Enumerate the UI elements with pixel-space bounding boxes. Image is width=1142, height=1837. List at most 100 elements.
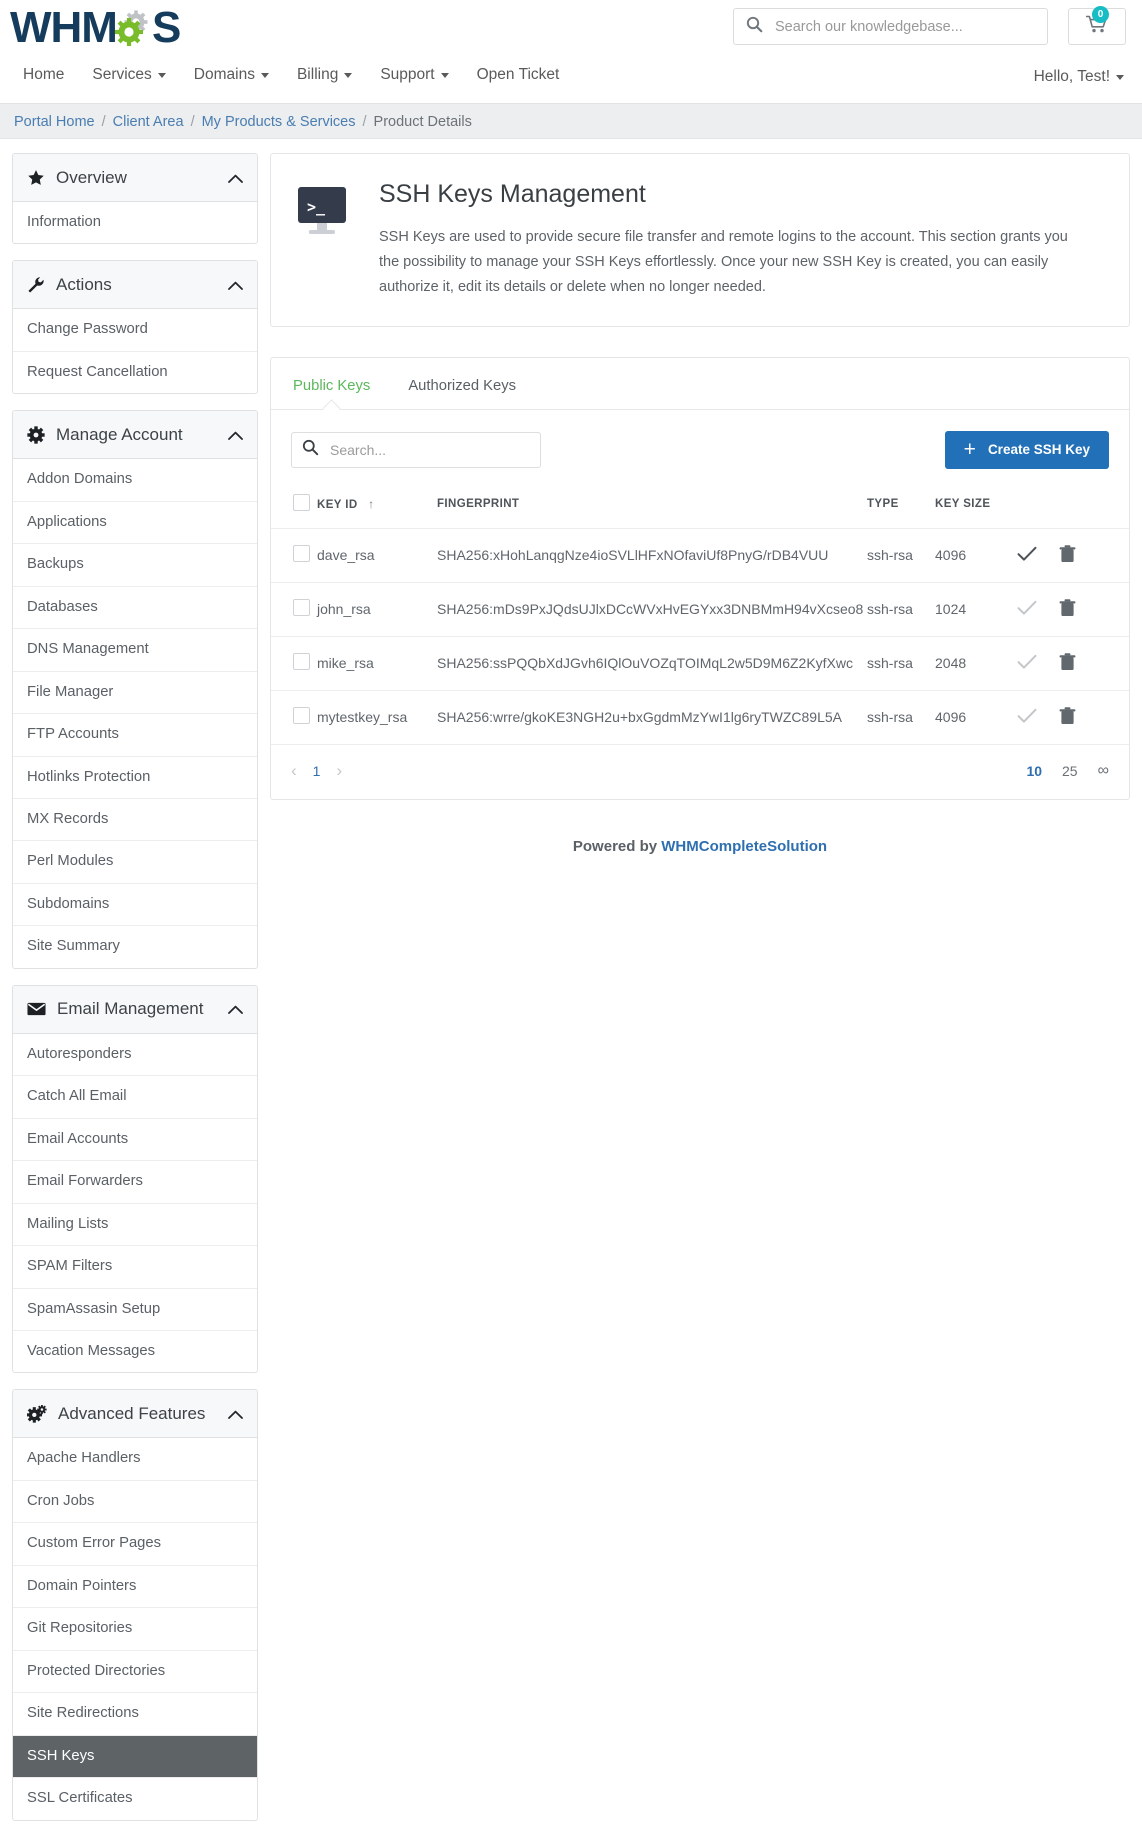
sidebar-item-ssh-keys[interactable]: SSH Keys — [13, 1736, 257, 1778]
page-size-all[interactable]: ∞ — [1098, 762, 1109, 780]
sidebar-item-protected-directories[interactable]: Protected Directories — [13, 1651, 257, 1693]
cart-button[interactable]: 0 — [1068, 8, 1126, 45]
sidebar-item-mailing-lists[interactable]: Mailing Lists — [13, 1204, 257, 1246]
chevron-up-icon[interactable] — [228, 999, 243, 1019]
page-size-10[interactable]: 10 — [1026, 763, 1042, 779]
cell-key-id: mike_rsa — [317, 636, 437, 690]
column-header-key-id[interactable]: KEY ID ↑ — [317, 488, 437, 529]
breadcrumb-item-portal-home[interactable]: Portal Home — [14, 114, 95, 130]
nav-item-billing[interactable]: Billing — [283, 62, 366, 88]
sidebar-item-spamassasin-setup[interactable]: SpamAssasin Setup — [13, 1289, 257, 1331]
sidebar-item-autoresponders[interactable]: Autoresponders — [13, 1034, 257, 1076]
sidebar-item-email-accounts[interactable]: Email Accounts — [13, 1119, 257, 1161]
previous-page-icon[interactable]: ‹ — [291, 761, 297, 781]
gear-logo-icon — [113, 7, 155, 49]
chevron-down-icon — [1116, 75, 1124, 80]
delete-trash-icon[interactable] — [1059, 545, 1076, 566]
tab-authorized-keys[interactable]: Authorized Keys — [400, 372, 524, 409]
sidebar-item-domain-pointers[interactable]: Domain Pointers — [13, 1566, 257, 1608]
sidebar-item-perl-modules[interactable]: Perl Modules — [13, 841, 257, 883]
sidebar-item-custom-error-pages[interactable]: Custom Error Pages — [13, 1523, 257, 1565]
nav-label: Services — [92, 66, 151, 84]
sidebar-item-addon-domains[interactable]: Addon Domains — [13, 459, 257, 501]
nav-item-services[interactable]: Services — [78, 62, 179, 88]
keys-search[interactable] — [291, 432, 541, 468]
sidebar-item-site-summary[interactable]: Site Summary — [13, 926, 257, 967]
sidebar-item-mx-records[interactable]: MX Records — [13, 799, 257, 841]
column-header-fingerprint[interactable]: FINGERPRINT — [437, 488, 867, 529]
table-row[interactable]: mike_rsa SHA256:ssPQQbXdJGvh6IQlOuVOZqTO… — [271, 636, 1129, 690]
nav-label: Support — [380, 66, 434, 84]
sidebar-item-ftp-accounts[interactable]: FTP Accounts — [13, 714, 257, 756]
create-ssh-key-button[interactable]: + Create SSH Key — [945, 431, 1109, 469]
nav-item-domains[interactable]: Domains — [180, 62, 283, 88]
breadcrumb-item-my-products-services[interactable]: My Products & Services — [202, 114, 356, 130]
whmcs-logo[interactable]: WHM — [10, 6, 180, 50]
ssh-keys-table: KEY ID ↑ FINGERPRINT TYPE KEY SIZE — [271, 488, 1129, 745]
sidebar-item-spam-filters[interactable]: SPAM Filters — [13, 1246, 257, 1288]
table-row[interactable]: dave_rsa SHA256:xHohLanqgNze4ioSVLlHFxNO… — [271, 528, 1129, 582]
sidebar-panel-header-email-management[interactable]: Email Management — [13, 986, 257, 1034]
select-all-checkbox[interactable] — [293, 494, 310, 511]
keys-search-input[interactable] — [328, 441, 540, 459]
sidebar-item-vacation-messages[interactable]: Vacation Messages — [13, 1331, 257, 1372]
delete-trash-icon[interactable] — [1059, 653, 1076, 674]
sidebar-item-email-forwarders[interactable]: Email Forwarders — [13, 1161, 257, 1203]
sidebar-item-request-cancellation[interactable]: Request Cancellation — [13, 352, 257, 393]
delete-trash-icon[interactable] — [1059, 707, 1076, 728]
page-size-25[interactable]: 25 — [1062, 763, 1078, 779]
nav-item-open-ticket[interactable]: Open Ticket — [463, 62, 574, 88]
chevron-up-icon[interactable] — [228, 1404, 243, 1424]
sidebar-item-git-repositories[interactable]: Git Repositories — [13, 1608, 257, 1650]
nav-label: Domains — [194, 66, 255, 84]
delete-trash-icon[interactable] — [1059, 599, 1076, 620]
authorize-check-icon[interactable] — [1017, 546, 1037, 565]
tab-public-keys[interactable]: Public Keys — [285, 372, 378, 409]
sidebar-panel-header-overview[interactable]: Overview — [13, 154, 257, 202]
sidebar-item-information[interactable]: Information — [13, 202, 257, 243]
sidebar-item-apache-handlers[interactable]: Apache Handlers — [13, 1438, 257, 1480]
column-header-type[interactable]: TYPE — [867, 488, 935, 529]
row-checkbox[interactable] — [293, 707, 310, 724]
table-toolbar: + Create SSH Key — [271, 410, 1129, 488]
sidebar-item-ssl-certificates[interactable]: SSL Certificates — [13, 1778, 257, 1819]
nav-item-home[interactable]: Home — [14, 62, 78, 88]
search-input[interactable] — [773, 18, 1047, 36]
chevron-up-icon[interactable] — [228, 275, 243, 295]
sidebar-item-catch-all-email[interactable]: Catch All Email — [13, 1076, 257, 1118]
knowledgebase-search[interactable] — [733, 8, 1048, 45]
authorize-check-icon[interactable] — [1017, 654, 1037, 673]
sidebar-item-hotlinks-protection[interactable]: Hotlinks Protection — [13, 757, 257, 799]
row-select-cell — [271, 636, 317, 690]
sidebar-item-applications[interactable]: Applications — [13, 502, 257, 544]
next-page-icon[interactable]: › — [336, 761, 342, 781]
nav-item-support[interactable]: Support — [366, 62, 462, 88]
sidebar-panel-header-advanced-features[interactable]: Advanced Features — [13, 1390, 257, 1438]
row-checkbox[interactable] — [293, 599, 310, 616]
row-checkbox[interactable] — [293, 545, 310, 562]
sidebar-item-change-password[interactable]: Change Password — [13, 309, 257, 351]
table-row[interactable]: mytestkey_rsa SHA256:wrre/gkoKE3NGH2u+bx… — [271, 690, 1129, 744]
sidebar-item-cron-jobs[interactable]: Cron Jobs — [13, 1481, 257, 1523]
sidebar-item-site-redirections[interactable]: Site Redirections — [13, 1693, 257, 1735]
breadcrumb-item-client-area[interactable]: Client Area — [113, 114, 184, 130]
footer-brand-link[interactable]: WHMCompleteSolution — [661, 838, 827, 855]
sidebar-item-file-manager[interactable]: File Manager — [13, 672, 257, 714]
authorize-check-icon[interactable] — [1017, 600, 1037, 619]
sidebar-panel-header-actions[interactable]: Actions — [13, 261, 257, 309]
authorize-check-icon[interactable] — [1017, 708, 1037, 727]
chevron-up-icon[interactable] — [228, 425, 243, 445]
column-header-key-size[interactable]: KEY SIZE — [935, 488, 1017, 529]
page-number-1[interactable]: 1 — [313, 763, 321, 779]
row-checkbox[interactable] — [293, 653, 310, 670]
row-select-cell — [271, 582, 317, 636]
sidebar-item-dns-management[interactable]: DNS Management — [13, 629, 257, 671]
sidebar-item-backups[interactable]: Backups — [13, 544, 257, 586]
chevron-up-icon[interactable] — [228, 168, 243, 188]
account-menu[interactable]: Hello, Test! — [1034, 68, 1124, 86]
sidebar-item-databases[interactable]: Databases — [13, 587, 257, 629]
sidebar-panel-header-manage-account[interactable]: Manage Account — [13, 411, 257, 459]
cell-key-id: dave_rsa — [317, 528, 437, 582]
table-row[interactable]: john_rsa SHA256:mDs9PxJQdsUJlxDCcWVxHvEG… — [271, 582, 1129, 636]
sidebar-item-subdomains[interactable]: Subdomains — [13, 884, 257, 926]
